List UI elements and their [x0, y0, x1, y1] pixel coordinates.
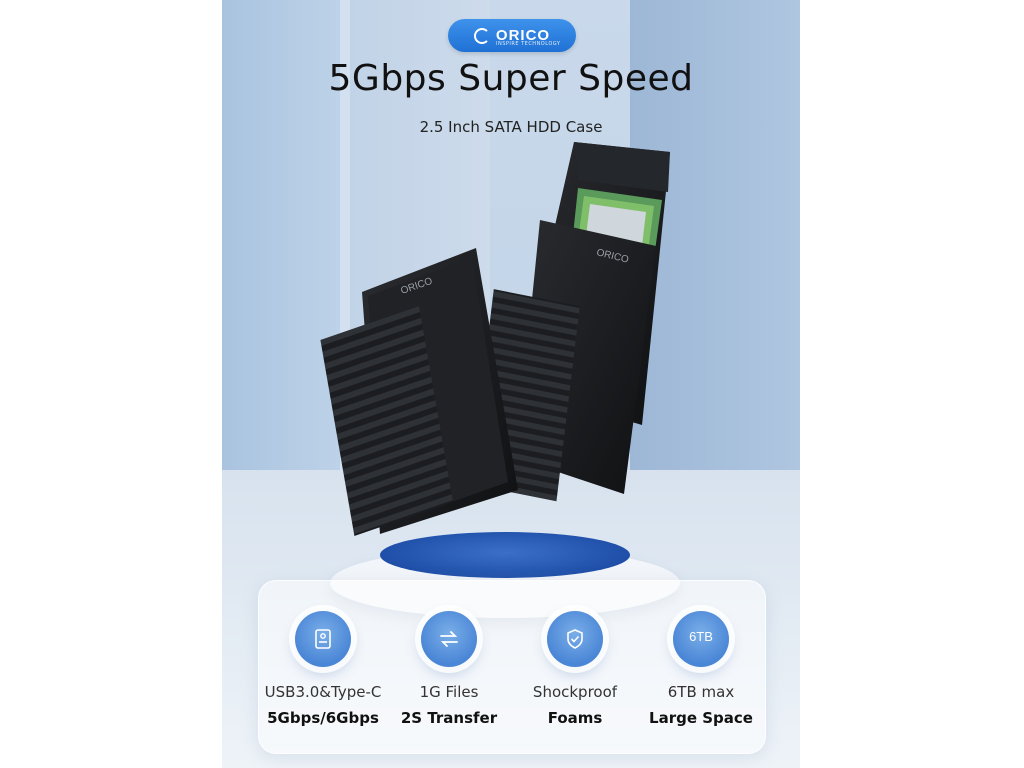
feature-label: USB3.0&Type-C	[264, 683, 382, 701]
feature-value: 5Gbps/6Gbps	[267, 709, 379, 727]
capacity-6tb-icon: 6TB	[673, 611, 729, 667]
product-banner: ORICO INSPIRE TECHNOLOGY 5Gbps Super Spe…	[222, 0, 800, 768]
hard-drive-icon	[295, 611, 351, 667]
capacity-icon-text: 6TB	[689, 629, 713, 644]
feature-label: Shockproof	[532, 683, 618, 701]
feature-value: 2S Transfer	[400, 709, 498, 727]
hdd-enclosure-illustration: ORICO ORICO	[320, 142, 670, 537]
feature-label: 1G Files	[419, 683, 479, 701]
transfer-arrows-icon	[421, 611, 477, 667]
feature-value: Foams	[547, 709, 603, 727]
shield-check-icon	[547, 611, 603, 667]
feature-value: Large Space	[649, 709, 753, 727]
features-card: USB3.0&Type-C 5Gbps/6Gbps 1G Files 2S Tr…	[258, 580, 766, 754]
feature-label: 6TB max	[667, 683, 735, 701]
enclosure-closed-icon: ORICO	[320, 248, 518, 537]
